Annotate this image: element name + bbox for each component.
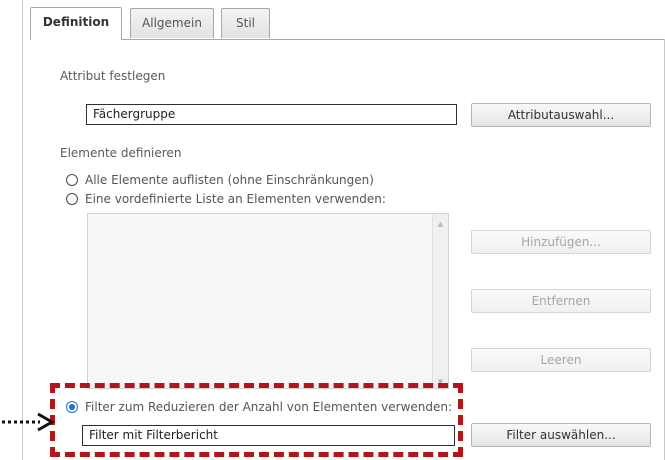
scroll-up-icon[interactable]: ▲ [433,220,448,228]
radio-predefined-list-label: Eine vordefinierte Liste an Elementen ve… [85,192,386,206]
radio-all-elements-label: Alle Elemente auflisten (ohne Einschränk… [85,173,374,187]
tab-definition[interactable]: Definition [30,7,122,40]
element-listbox[interactable]: ▲ ▼ [87,213,449,389]
attribute-field[interactable]: Fächergruppe [86,104,457,125]
tab-allgemein[interactable]: Allgemein [130,8,214,38]
filter-select-button[interactable]: Filter auswählen... [471,423,651,447]
filter-field[interactable]: Filter mit Filterbericht [82,425,455,446]
clear-button[interactable]: Leeren [471,348,651,372]
remove-button[interactable]: Entfernen [471,289,651,313]
radio-predefined-list-indicator[interactable] [66,193,78,205]
listbox-scrollbar[interactable]: ▲ ▼ [432,214,448,388]
radio-use-filter-label: Filter zum Reduzieren der Anzahl von Ele… [85,400,453,414]
attribute-select-button[interactable]: Attributauswahl... [471,103,651,127]
tab-stil[interactable]: Stil [221,8,270,38]
elements-section-label: Elemente definieren [60,146,182,160]
add-button[interactable]: Hinzufügen... [471,230,651,254]
scroll-down-icon[interactable]: ▼ [433,378,448,386]
radio-use-filter-indicator[interactable] [66,401,78,413]
pointer-arrow-icon [2,412,56,432]
attribute-section-label: Attribut festlegen [60,69,166,83]
radio-all-elements-indicator[interactable] [66,174,78,186]
